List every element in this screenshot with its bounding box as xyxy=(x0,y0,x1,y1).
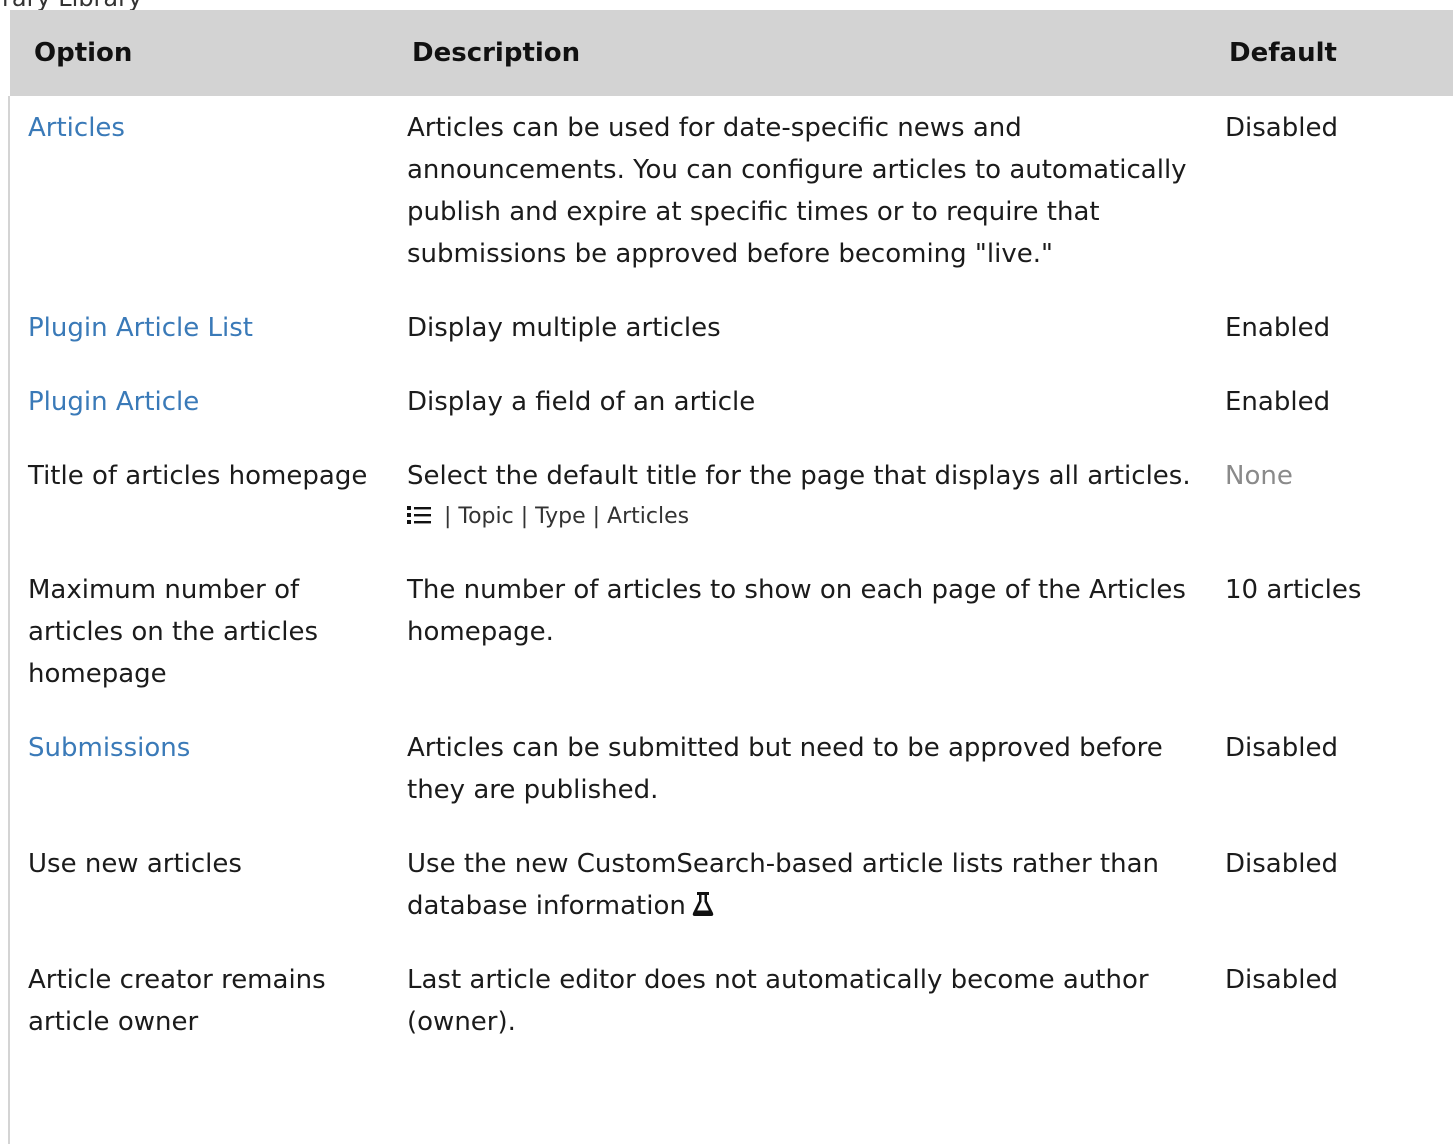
default-cell: None xyxy=(1225,461,1293,491)
table-header-row: Option Description Default xyxy=(10,10,1453,96)
description-cell: Use the new CustomSearch-based article l… xyxy=(389,832,1207,948)
table-row: Submissions Articles can be submitted bu… xyxy=(10,716,1453,832)
description-cell: Display a field of an article xyxy=(407,387,756,417)
table-row: Use new articles Use the new CustomSearc… xyxy=(10,832,1453,948)
table-row: Article creator remains article owner La… xyxy=(10,948,1453,1064)
list-icon xyxy=(407,506,431,524)
description-cell: Select the default title for the page th… xyxy=(389,444,1207,558)
description-cell: The number of articles to show on each p… xyxy=(407,575,1186,647)
top-fragment: rary Library xyxy=(0,0,1453,10)
description-cell: Last article editor does not automatical… xyxy=(407,965,1149,1037)
option-cell: Title of articles homepage xyxy=(28,461,368,491)
table-row: Plugin Article List Display multiple art… xyxy=(10,296,1453,370)
default-cell: Enabled xyxy=(1225,387,1331,417)
table-row: Maximum number of articles on the articl… xyxy=(10,558,1453,716)
default-cell: 10 articles xyxy=(1225,575,1362,605)
default-cell: Disabled xyxy=(1225,849,1338,879)
table-row: Plugin Article Display a field of an art… xyxy=(10,370,1453,444)
default-cell: Enabled xyxy=(1225,313,1331,343)
option-link-plugin-article-list[interactable]: Plugin Article List xyxy=(28,313,253,343)
default-cell: Disabled xyxy=(1225,733,1338,763)
preference-meta-text: | Topic | Type | Articles xyxy=(437,504,690,529)
description-cell: Articles can be submitted but need to be… xyxy=(407,733,1163,805)
preference-meta: | Topic | Type | Articles xyxy=(407,497,1197,537)
description-cell: Articles can be used for date-specific n… xyxy=(407,113,1187,269)
description-text: Use the new CustomSearch-based article l… xyxy=(407,849,1159,921)
default-cell: Disabled xyxy=(1225,965,1338,995)
top-fragment-text: rary Library xyxy=(2,0,142,10)
option-cell: Articles xyxy=(10,96,389,296)
column-header-option: Option xyxy=(34,38,133,68)
table-row: Articles Articles can be used for date-s… xyxy=(10,96,1453,296)
option-cell: Plugin Article xyxy=(10,370,389,444)
settings-table: Option Description Default Articles Arti… xyxy=(10,10,1453,1064)
option-link-submissions[interactable]: Submissions xyxy=(28,733,190,763)
option-link-plugin-article[interactable]: Plugin Article xyxy=(28,387,199,417)
option-cell: Maximum number of articles on the articl… xyxy=(28,575,319,689)
column-header-default: Default xyxy=(1229,38,1337,68)
option-cell: Article creator remains article owner xyxy=(28,965,326,1037)
table-row: Title of articles homepage Select the de… xyxy=(10,444,1453,558)
option-cell: Plugin Article List xyxy=(10,296,389,370)
description-text: Select the default title for the page th… xyxy=(407,461,1191,491)
flask-icon xyxy=(692,892,714,916)
option-link-articles[interactable]: Articles xyxy=(28,113,125,143)
option-cell: Use new articles xyxy=(28,849,242,879)
column-header-description: Description xyxy=(412,38,581,68)
option-cell: Submissions xyxy=(10,716,389,832)
description-cell: Display multiple articles xyxy=(407,313,721,343)
default-cell: Disabled xyxy=(1225,113,1338,143)
